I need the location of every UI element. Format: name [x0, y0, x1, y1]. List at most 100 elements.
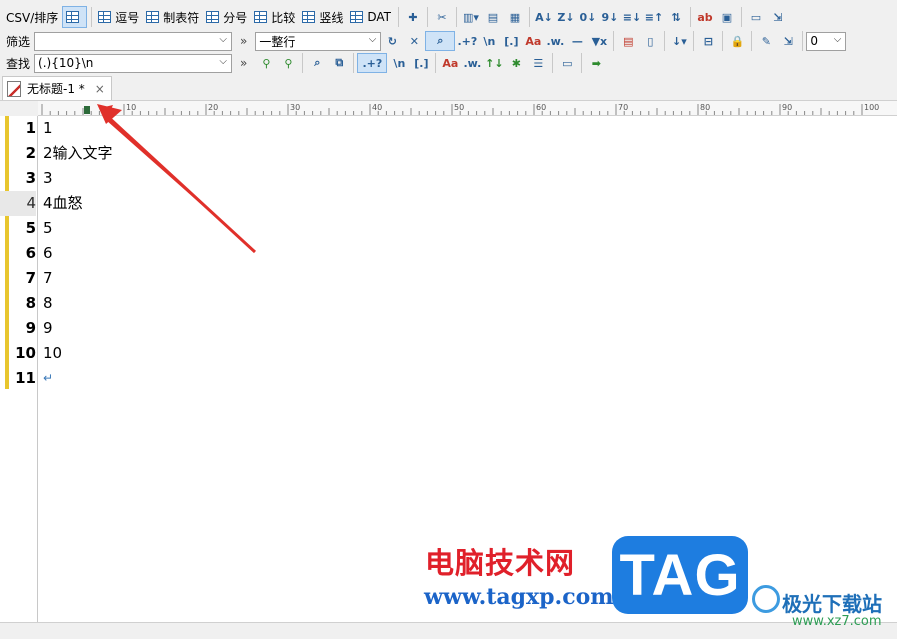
funnel-icon[interactable]: ⊟	[699, 32, 717, 50]
copy-out-icon[interactable]: ⇲	[779, 32, 797, 50]
watermark-logo-icon	[752, 585, 780, 613]
tab-close-icon[interactable]: ×	[95, 82, 105, 96]
sort-length-asc-icon[interactable]: ≡↓	[623, 8, 641, 26]
grid-toggle-button[interactable]	[62, 6, 88, 28]
chevron-down-icon[interactable]: ⌵	[219, 34, 227, 45]
highlight-icon[interactable]: ✎	[757, 32, 775, 50]
chevron-down-icon[interactable]: ⌵	[369, 34, 377, 45]
tools-icon[interactable]: ✂	[433, 8, 451, 26]
editor-line[interactable]: 33	[0, 166, 897, 191]
line-number: 4	[0, 191, 36, 216]
arrow-down-icon[interactable]: ↓▾	[670, 32, 688, 50]
columns-dropdown-icon[interactable]: ▥▾	[462, 8, 480, 26]
sort-za-icon[interactable]: Z↓	[557, 8, 575, 26]
line-number: 3	[25, 169, 36, 187]
line-number: 9	[25, 319, 36, 337]
reverse-icon[interactable]: ⇅	[667, 8, 685, 26]
regex-toggle-button[interactable]: .+?	[357, 53, 388, 73]
line-text: 10	[43, 344, 63, 362]
doc-icon[interactable]: ▯	[641, 32, 659, 50]
filter-mode-select[interactable]: 一整行 ⌵	[255, 31, 382, 51]
csv-sort-label: CSV/排序	[6, 10, 59, 25]
line-text: 2输入文字	[43, 144, 113, 162]
magnifier-icon: ⌕	[437, 34, 444, 47]
clear-icon[interactable]: ✕	[405, 32, 423, 50]
line-number: 8	[25, 294, 36, 312]
ruler-label: 80	[700, 103, 710, 112]
semicolon-button[interactable]: 分号	[203, 6, 250, 28]
go-arrow-icon[interactable]: ➡	[587, 54, 605, 72]
spell-options-icon[interactable]: ▣	[718, 8, 736, 26]
watermark-site-url: www.xz7.com	[792, 614, 882, 629]
editor-line[interactable]: 99	[0, 316, 897, 341]
bracket-icon[interactable]: [.]	[502, 32, 520, 50]
compare-button[interactable]: 比较	[251, 6, 298, 28]
find-prev-icon[interactable]: ⚲	[257, 54, 275, 72]
line-number: 1	[25, 119, 36, 137]
monitor-icon[interactable]: ▭	[558, 54, 576, 72]
refresh-icon[interactable]: ↻	[383, 32, 401, 50]
bug-icon[interactable]: ✱	[507, 54, 525, 72]
newline-icon[interactable]: \n	[480, 32, 498, 50]
vertical-line-button[interactable]: 竖线	[299, 6, 346, 28]
editor-line[interactable]: 55	[0, 216, 897, 241]
match-case-icon[interactable]: Aa	[524, 32, 542, 50]
csv-sort-button[interactable]: CSV/排序	[3, 6, 61, 28]
chevron-down-icon[interactable]: ⌵	[219, 56, 227, 67]
add-column-icon[interactable]: ✚	[404, 8, 422, 26]
whole-word-icon[interactable]: .w.	[463, 54, 481, 72]
line-text: 8	[43, 294, 53, 312]
swap-icon[interactable]: ↑↓	[485, 54, 503, 72]
ruler-label: 40	[372, 103, 382, 112]
editor-line[interactable]: 88	[0, 291, 897, 316]
sort-90-icon[interactable]: 9↓	[601, 8, 619, 26]
filter-input[interactable]: ⌵	[34, 31, 233, 51]
expand-icon[interactable]: »	[240, 34, 247, 48]
editor-line[interactable]: 66	[0, 241, 897, 266]
match-case-icon[interactable]: Aa	[441, 54, 459, 72]
dat-button[interactable]: DAT	[347, 6, 394, 28]
editor-line[interactable]: 11 ↵	[0, 366, 897, 391]
minus-icon[interactable]: —	[568, 32, 586, 50]
editor-line[interactable]: 2 2输入文字	[0, 141, 897, 166]
chevron-down-icon[interactable]: ⌵	[834, 34, 842, 45]
find-bar: 查找 (.){10}\n ⌵ » ⚲ ⚲ ⌕ ⧉ .+? \n [.] Aa .w…	[0, 52, 897, 74]
dat-label: DAT	[367, 10, 391, 24]
grid-icon	[206, 11, 220, 23]
filter-search-button[interactable]: ⌕	[425, 31, 456, 51]
find-all-icon[interactable]: ⧉	[330, 54, 348, 72]
export-icon[interactable]: ⇲	[769, 8, 787, 26]
watermark-url: www.tagxp.com	[424, 584, 614, 610]
count-select[interactable]: 0 ⌵	[806, 31, 847, 51]
expand-icon[interactable]: »	[240, 56, 247, 70]
editor-line[interactable]: 10 10	[0, 341, 897, 366]
tab-delimiter-button[interactable]: 制表符	[143, 6, 202, 28]
comma-button[interactable]: 逗号	[95, 6, 142, 28]
find-input[interactable]: (.){10}\n ⌵	[34, 53, 233, 73]
editor-line[interactable]: 11	[0, 116, 897, 141]
lock-icon[interactable]: 🔒	[728, 32, 746, 50]
find-icon[interactable]: ⌕	[308, 54, 326, 72]
whole-word-icon[interactable]: .w.	[546, 32, 564, 50]
separator	[455, 7, 457, 27]
watermark-title: 电脑技术网	[425, 546, 576, 580]
filter-clear-icon[interactable]: ▼x	[590, 32, 608, 50]
spellcheck-icon[interactable]: ab	[696, 8, 714, 26]
tab-untitled-1[interactable]: 无标题-1 * ×	[2, 76, 112, 100]
editor-line[interactable]: 77	[0, 266, 897, 291]
ruler-label: 30	[290, 103, 300, 112]
sort-length-desc-icon[interactable]: ≡↑	[645, 8, 663, 26]
panel-icon[interactable]: ▭	[747, 8, 765, 26]
find-next-icon[interactable]: ⚲	[279, 54, 297, 72]
bracket-icon[interactable]: [.]	[412, 54, 430, 72]
sort-az-icon[interactable]: A↓	[535, 8, 553, 26]
separator	[613, 31, 615, 51]
doc-red-icon[interactable]: ▤	[619, 32, 637, 50]
regex-icon[interactable]: .+?	[457, 32, 477, 50]
column-insert-icon[interactable]: ▤	[484, 8, 502, 26]
sort-09-icon[interactable]: 0↓	[579, 8, 597, 26]
column-delete-icon[interactable]: ▦	[506, 8, 524, 26]
newline-icon[interactable]: \n	[390, 54, 408, 72]
list-icon[interactable]: ☰	[529, 54, 547, 72]
editor-line[interactable]: 4 4血怒	[0, 191, 897, 216]
